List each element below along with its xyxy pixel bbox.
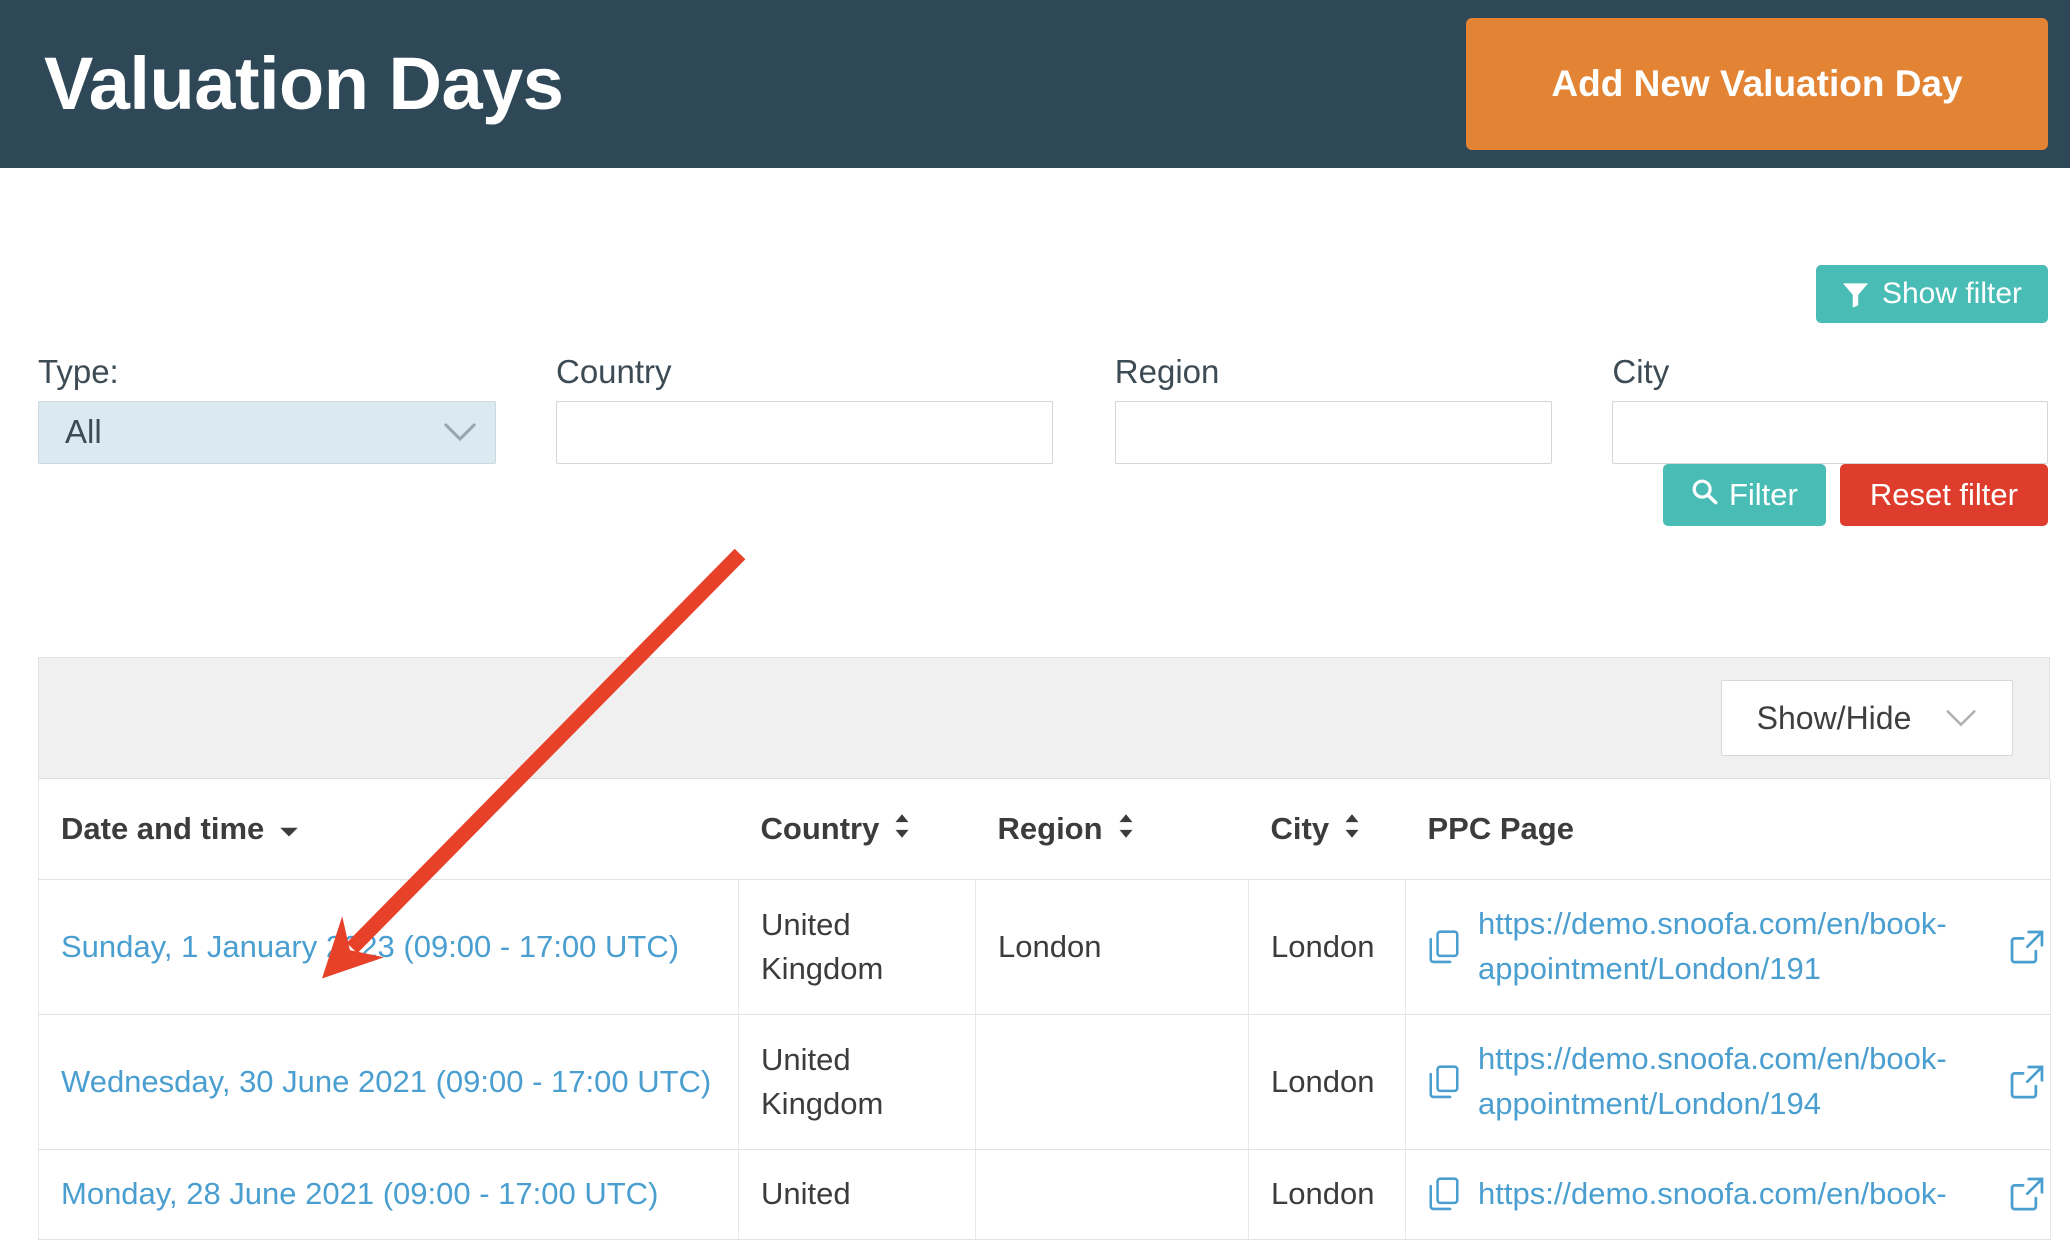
column-header-ppc-page: PPC Page: [1405, 779, 2051, 880]
type-label: Type:: [38, 353, 119, 390]
show-filter-button[interactable]: Show filter: [1815, 265, 2048, 323]
cell-city: London: [1248, 879, 1406, 1015]
sort-updown-icon: [1117, 811, 1135, 847]
table-row: Sunday, 1 January 2023 (09:00 - 17:00 UT…: [38, 879, 2051, 1015]
cell-date: Monday, 28 June 2021 (09:00 - 17:00 UTC): [38, 1149, 739, 1240]
page-header: Valuation Days Add New Valuation Day: [0, 0, 2070, 168]
cell-country: United: [738, 1149, 976, 1240]
chevron-down-icon: [1945, 708, 1977, 728]
external-link-icon[interactable]: [2010, 1065, 2044, 1099]
valuation-day-link[interactable]: Wednesday, 30 June 2021 (09:00 - 17:00 U…: [61, 1064, 711, 1099]
table-header-row: Date and time Country Region City PPC Pa…: [38, 779, 2051, 880]
type-select[interactable]: All: [38, 400, 496, 464]
valuation-day-link[interactable]: Sunday, 1 January 2023 (09:00 - 17:00 UT…: [61, 929, 679, 964]
copy-icon[interactable]: [1428, 930, 1460, 964]
table-row: Wednesday, 30 June 2021 (09:00 - 17:00 U…: [38, 1014, 2051, 1150]
sort-updown-icon: [1343, 811, 1361, 847]
copy-icon[interactable]: [1428, 1065, 1460, 1099]
ppc-page-link[interactable]: https://demo.snoofa.com/en/book-: [1478, 1172, 1992, 1217]
column-header-country-label: Country: [760, 811, 880, 846]
page-title: Valuation Days: [44, 42, 564, 125]
cell-region: London: [975, 879, 1249, 1015]
reset-filter-button[interactable]: Reset filter: [1839, 464, 2048, 526]
cell-city: London: [1248, 1014, 1406, 1150]
external-link-icon[interactable]: [2010, 930, 2044, 964]
column-header-region[interactable]: Region: [975, 779, 1249, 880]
type-select-value: All: [65, 413, 102, 451]
country-input[interactable]: [556, 400, 1053, 464]
filter-button-label: Filter: [1728, 477, 1798, 512]
city-input[interactable]: [1612, 400, 2049, 464]
cell-ppc-page: https://demo.snoofa.com/en/book-appointm…: [1405, 879, 2051, 1015]
filter-field-region: Region: [1114, 352, 1553, 464]
region-input[interactable]: [1114, 400, 1553, 464]
valuation-days-table: Date and time Country Region City PPC Pa…: [38, 779, 2051, 1240]
country-label: Country: [556, 353, 672, 390]
ppc-page-link[interactable]: https://demo.snoofa.com/en/book-appointm…: [1478, 1037, 1992, 1127]
table-body: Sunday, 1 January 2023 (09:00 - 17:00 UT…: [38, 879, 2051, 1240]
column-header-city-label: City: [1270, 811, 1330, 846]
filter-fields-row: Type: All Country Region City: [38, 352, 2049, 464]
copy-icon[interactable]: [1428, 1177, 1460, 1211]
city-label: City: [1612, 353, 1670, 390]
content-area: Show filter Type: All Country Region Cit…: [0, 168, 2070, 1240]
valuation-day-link[interactable]: Monday, 28 June 2021 (09:00 - 17:00 UTC): [61, 1176, 658, 1211]
column-header-region-label: Region: [997, 811, 1103, 846]
caret-down-icon: [278, 811, 300, 847]
filter-button[interactable]: Filter: [1662, 464, 1826, 526]
external-link-icon[interactable]: [2010, 1177, 2044, 1211]
region-label: Region: [1114, 353, 1220, 390]
funnel-icon: [1842, 281, 1869, 308]
show-filter-row: Show filter: [1815, 265, 2048, 323]
cell-date: Sunday, 1 January 2023 (09:00 - 17:00 UT…: [38, 879, 739, 1015]
show-filter-label: Show filter: [1881, 277, 2022, 310]
table-head: Date and time Country Region City PPC Pa…: [38, 779, 2051, 880]
filter-actions: Filter Reset filter: [1662, 464, 2048, 526]
sort-updown-icon: [893, 811, 911, 847]
cell-region: [975, 1149, 1249, 1240]
show-hide-label: Show/Hide: [1756, 699, 1912, 736]
filter-field-country: Country: [556, 352, 1053, 464]
cell-ppc-page: https://demo.snoofa.com/en/book-appointm…: [1405, 1014, 2051, 1150]
cell-country: United Kingdom: [738, 879, 976, 1015]
chevron-down-icon: [443, 421, 477, 443]
show-hide-columns-select[interactable]: Show/Hide: [1721, 680, 2013, 756]
add-new-valuation-day-button[interactable]: Add New Valuation Day: [1466, 18, 2048, 150]
cell-date: Wednesday, 30 June 2021 (09:00 - 17:00 U…: [38, 1014, 739, 1150]
table-toolbar: Show/Hide: [38, 657, 2050, 779]
valuation-days-table-container: Show/Hide Date and time Country Region C…: [38, 657, 2051, 1240]
ppc-page-link[interactable]: https://demo.snoofa.com/en/book-appointm…: [1478, 902, 1992, 992]
filter-field-city: City: [1612, 352, 2049, 464]
column-header-city[interactable]: City: [1248, 779, 1406, 880]
search-icon: [1691, 477, 1718, 513]
column-header-country[interactable]: Country: [738, 779, 976, 880]
cell-region: [975, 1014, 1249, 1150]
column-header-date-label: Date and time: [61, 811, 265, 846]
filter-field-type: Type: All: [38, 352, 496, 464]
cell-city: London: [1248, 1149, 1406, 1240]
cell-country: United Kingdom: [738, 1014, 976, 1150]
column-header-date[interactable]: Date and time: [38, 779, 739, 880]
table-row: Monday, 28 June 2021 (09:00 - 17:00 UTC)…: [38, 1149, 2051, 1240]
column-header-ppc-page-label: PPC Page: [1427, 811, 1574, 846]
cell-ppc-page: https://demo.snoofa.com/en/book-: [1405, 1149, 2051, 1240]
